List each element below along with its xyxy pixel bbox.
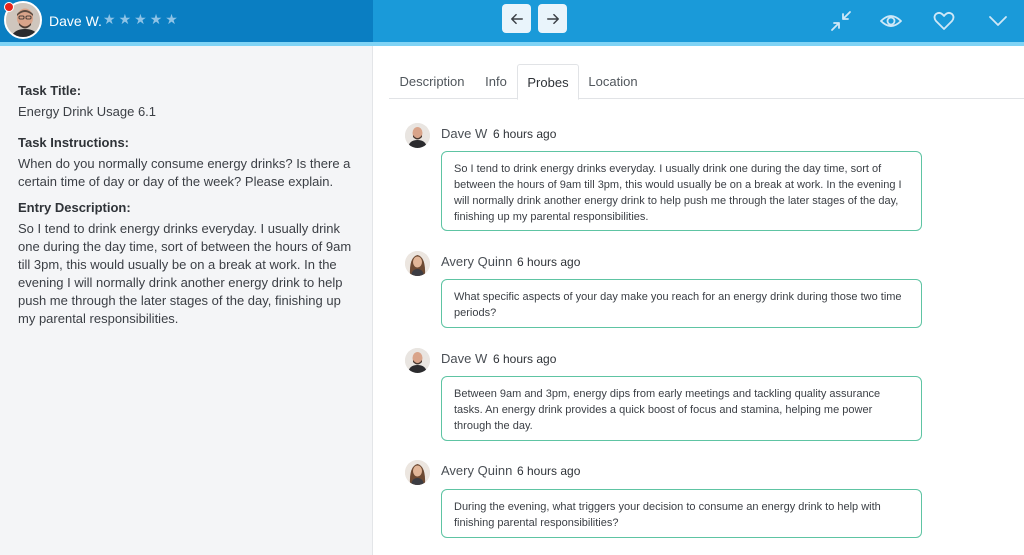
message-author: Avery Quinn xyxy=(441,463,513,478)
favorite-button[interactable] xyxy=(933,10,955,32)
tab-probes[interactable]: Probes xyxy=(517,64,579,100)
star-icon[interactable]: ★ xyxy=(103,12,116,26)
arrow-left-icon xyxy=(510,13,523,24)
top-bar: Dave W. ★ ★ ★ ★ ★ xyxy=(0,0,1024,46)
message-bubble: So I tend to drink energy drinks everyda… xyxy=(441,151,922,231)
toolbar xyxy=(373,0,1024,42)
star-icon[interactable]: ★ xyxy=(134,12,147,26)
task-title-value: Energy Drink Usage 6.1 xyxy=(18,104,157,119)
avatar[interactable] xyxy=(405,460,430,485)
rating-stars[interactable]: ★ ★ ★ ★ ★ xyxy=(103,12,178,26)
eye-icon xyxy=(880,15,902,27)
more-options-button[interactable] xyxy=(987,10,1009,32)
detail-tabs: Description Info Probes Location xyxy=(389,64,1024,100)
task-title-label: Task Title: xyxy=(18,83,82,98)
message-time: 6 hours ago xyxy=(493,127,557,141)
tab-info[interactable]: Info xyxy=(477,64,515,99)
message-author: Avery Quinn xyxy=(441,254,513,269)
avatar[interactable] xyxy=(405,123,430,148)
message-bubble: During the evening, what triggers your d… xyxy=(441,489,922,538)
user-header: Dave W. ★ ★ ★ ★ ★ xyxy=(0,0,373,42)
message-author: Dave W xyxy=(441,126,488,141)
message-time: 6 hours ago xyxy=(493,352,557,366)
message-time: 6 hours ago xyxy=(517,464,581,478)
entry-description-label: Entry Description: xyxy=(18,200,131,215)
star-icon[interactable]: ★ xyxy=(150,12,163,26)
next-button[interactable] xyxy=(538,4,567,33)
previous-button[interactable] xyxy=(502,4,531,33)
watch-button[interactable] xyxy=(880,10,902,32)
message-bubble: Between 9am and 3pm, energy dips from ea… xyxy=(441,376,922,441)
avatar[interactable] xyxy=(405,251,430,276)
probe-message: Avery Quinn 6 hours ago What specific as… xyxy=(405,251,925,331)
message-author: Dave W xyxy=(441,351,488,366)
avatar[interactable] xyxy=(405,348,430,373)
collapse-icon xyxy=(831,11,851,31)
tab-location[interactable]: Location xyxy=(581,64,645,99)
arrow-right-icon xyxy=(546,13,559,24)
star-icon[interactable]: ★ xyxy=(119,12,132,26)
presence-indicator xyxy=(4,2,14,12)
probe-message: Dave W 6 hours ago So I tend to drink en… xyxy=(405,123,925,233)
task-details-panel: Task Title: Energy Drink Usage 6.1 Task … xyxy=(0,46,373,555)
heart-icon xyxy=(933,11,955,30)
star-icon[interactable]: ★ xyxy=(165,12,178,26)
probe-message: Avery Quinn 6 hours ago During the eveni… xyxy=(405,460,925,540)
task-instructions-value: When do you normally consume energy drin… xyxy=(18,156,351,189)
chevron-down-icon xyxy=(989,16,1007,26)
collapse-button[interactable] xyxy=(830,10,852,32)
task-instructions-label: Task Instructions: xyxy=(18,135,130,150)
message-time: 6 hours ago xyxy=(517,255,581,269)
user-name: Dave W. xyxy=(49,13,102,29)
probe-message: Dave W 6 hours ago Between 9am and 3pm, … xyxy=(405,348,925,443)
entry-description-value: So I tend to drink energy drinks everyda… xyxy=(18,221,352,326)
message-bubble: What specific aspects of your day make y… xyxy=(441,279,922,328)
tab-description[interactable]: Description xyxy=(389,64,475,99)
